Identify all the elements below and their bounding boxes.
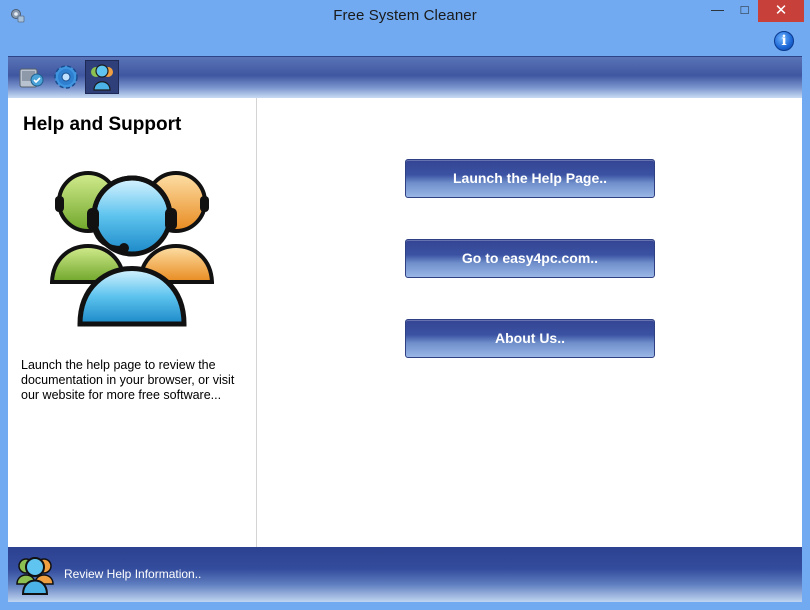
minimize-button[interactable]: —	[704, 0, 731, 22]
support-people-icon	[91, 64, 113, 91]
panel-description: Launch the help page to review the docum…	[21, 358, 235, 402]
status-text: Review Help Information..	[64, 567, 202, 581]
toolbar-cleaner-button[interactable]	[14, 60, 48, 94]
panel-title: Help and Support	[23, 114, 182, 135]
maximize-button[interactable]: □	[731, 0, 758, 22]
support-team-icon	[50, 171, 214, 327]
toolbar-help-button[interactable]	[85, 60, 119, 94]
status-bar: Review Help Information..	[8, 547, 802, 602]
info-icon[interactable]: i	[774, 31, 794, 51]
drive-cleaner-icon	[19, 68, 44, 88]
title-bar[interactable]: Free System Cleaner — □ ✕	[0, 0, 810, 30]
main-content: Help and Support Launch the help page to…	[8, 98, 802, 547]
about-us-button[interactable]: About Us..	[405, 319, 655, 358]
app-window: Free System Cleaner — □ ✕ i Help and Sup…	[0, 0, 810, 610]
gear-icon	[54, 65, 78, 89]
left-panel: Help and Support Launch the help page to…	[8, 98, 257, 547]
close-button[interactable]: ✕	[758, 0, 804, 22]
window-title: Free System Cleaner	[333, 7, 477, 24]
goto-website-button[interactable]: Go to easy4pc.com..	[405, 239, 655, 278]
toolbar	[8, 56, 802, 98]
support-people-icon	[16, 557, 54, 595]
toolbar-settings-button[interactable]	[49, 60, 83, 94]
launch-help-page-button[interactable]: Launch the Help Page..	[405, 159, 655, 198]
